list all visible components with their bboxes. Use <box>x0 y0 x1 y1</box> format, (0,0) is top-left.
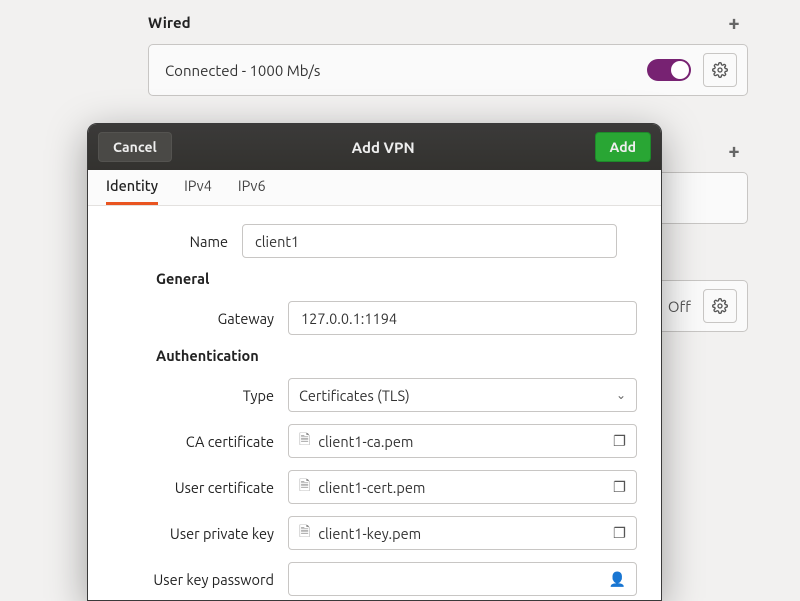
gateway-input[interactable] <box>288 301 637 335</box>
add-vpn-icon[interactable]: + <box>720 139 748 162</box>
wired-title: Wired <box>148 14 191 31</box>
gateway-input-field[interactable] <box>299 309 626 328</box>
identity-form: Name General Gateway Authentication Type… <box>88 206 661 601</box>
wired-toggle[interactable] <box>647 59 691 81</box>
browse-icon[interactable]: ❐ <box>608 478 626 496</box>
file-icon: 🗎 <box>299 429 310 453</box>
ca-cert-value: client1-ca.pem <box>318 433 608 450</box>
user-cert-chooser[interactable]: 🗎 client1-cert.pem ❐ <box>288 470 637 504</box>
general-heading: General <box>156 270 637 287</box>
add-vpn-dialog: Cancel Add VPN Add Identity IPv4 IPv6 Na… <box>87 123 662 601</box>
type-select[interactable]: Certificates (TLS) ⌄ <box>288 378 637 412</box>
name-label: Name <box>172 233 242 250</box>
ca-cert-label: CA certificate <box>112 433 288 450</box>
cancel-button[interactable]: Cancel <box>98 132 172 162</box>
user-cert-label: User certificate <box>112 479 288 496</box>
browse-icon[interactable]: ❐ <box>608 432 626 450</box>
browse-icon[interactable]: ❐ <box>608 524 626 542</box>
gear-icon <box>712 298 728 314</box>
dialog-title: Add VPN <box>172 139 595 156</box>
wired-header: Wired + <box>148 4 748 40</box>
type-label: Type <box>112 387 288 404</box>
name-input[interactable] <box>242 224 617 258</box>
user-key-pw-field[interactable] <box>299 570 609 589</box>
file-icon: 🗎 <box>299 521 310 545</box>
dialog-header: Cancel Add VPN Add <box>88 124 661 170</box>
tab-ipv6[interactable]: IPv6 <box>238 177 266 205</box>
add-wired-icon[interactable]: + <box>720 11 748 34</box>
add-button[interactable]: Add <box>595 132 652 162</box>
proxy-status: Off <box>668 298 691 315</box>
name-input-field[interactable] <box>253 232 606 251</box>
wired-connection-row: Connected - 1000 Mb/s <box>148 44 748 96</box>
wired-settings-button[interactable] <box>703 53 737 87</box>
gear-icon <box>712 62 728 78</box>
type-value: Certificates (TLS) <box>299 387 410 404</box>
gateway-label: Gateway <box>112 310 288 327</box>
chevron-down-icon: ⌄ <box>616 388 626 402</box>
auth-heading: Authentication <box>156 347 637 364</box>
user-key-value: client1-key.pem <box>318 525 608 542</box>
user-cert-value: client1-cert.pem <box>318 479 608 496</box>
user-key-pw-input[interactable]: 👤 <box>288 562 637 596</box>
user-key-pw-label: User key password <box>112 571 288 588</box>
proxy-settings-button[interactable] <box>703 289 737 323</box>
ca-cert-chooser[interactable]: 🗎 client1-ca.pem ❐ <box>288 424 637 458</box>
user-key-label: User private key <box>112 525 288 542</box>
tab-ipv4[interactable]: IPv4 <box>184 177 212 205</box>
tab-identity[interactable]: Identity <box>106 177 158 205</box>
user-icon: 👤 <box>609 571 626 588</box>
user-key-chooser[interactable]: 🗎 client1-key.pem ❐ <box>288 516 637 550</box>
dialog-tabs: Identity IPv4 IPv6 <box>88 170 661 206</box>
file-icon: 🗎 <box>299 475 310 499</box>
wired-status: Connected - 1000 Mb/s <box>159 62 647 79</box>
